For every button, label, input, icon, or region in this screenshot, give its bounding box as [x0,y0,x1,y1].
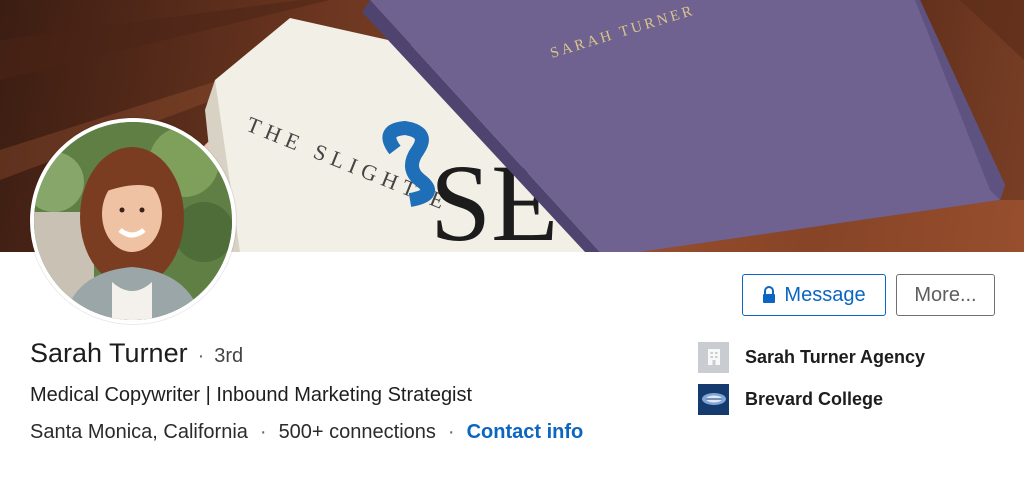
meta-separator: · [447,421,455,443]
degree-separator: · [197,345,205,367]
profile-avatar[interactable] [30,118,236,324]
more-button-label: More... [914,283,977,306]
contact-info-link[interactable]: Contact info [467,421,584,444]
company-building-icon [698,341,729,373]
experience-education-summary: Sarah Turner Agency Brevard College [698,341,998,425]
profile-name: Sarah Turner [30,338,188,368]
company-name: Sarah Turner Agency [745,346,926,367]
school-name: Brevard College [745,388,884,409]
connection-degree: 3rd [214,345,244,367]
connections-count: 500+ connections [278,421,436,443]
college-logo-icon [698,383,729,415]
avatar-photo [34,122,232,320]
message-button-label: Message [784,283,866,306]
education-school[interactable]: Brevard College [698,383,998,415]
message-button[interactable]: Message [742,274,886,316]
profile-headline: Medical Copywriter | Inbound Marketing S… [30,384,473,406]
meta-separator: · [259,421,267,443]
profile-meta-row: Santa Monica, California · 500+ connecti… [30,421,583,444]
current-company[interactable]: Sarah Turner Agency [698,341,998,373]
name-row: Sarah Turner · 3rd [30,338,243,369]
lock-icon [762,286,776,304]
more-button[interactable]: More... [896,274,995,316]
profile-location: Santa Monica, California [30,421,248,443]
